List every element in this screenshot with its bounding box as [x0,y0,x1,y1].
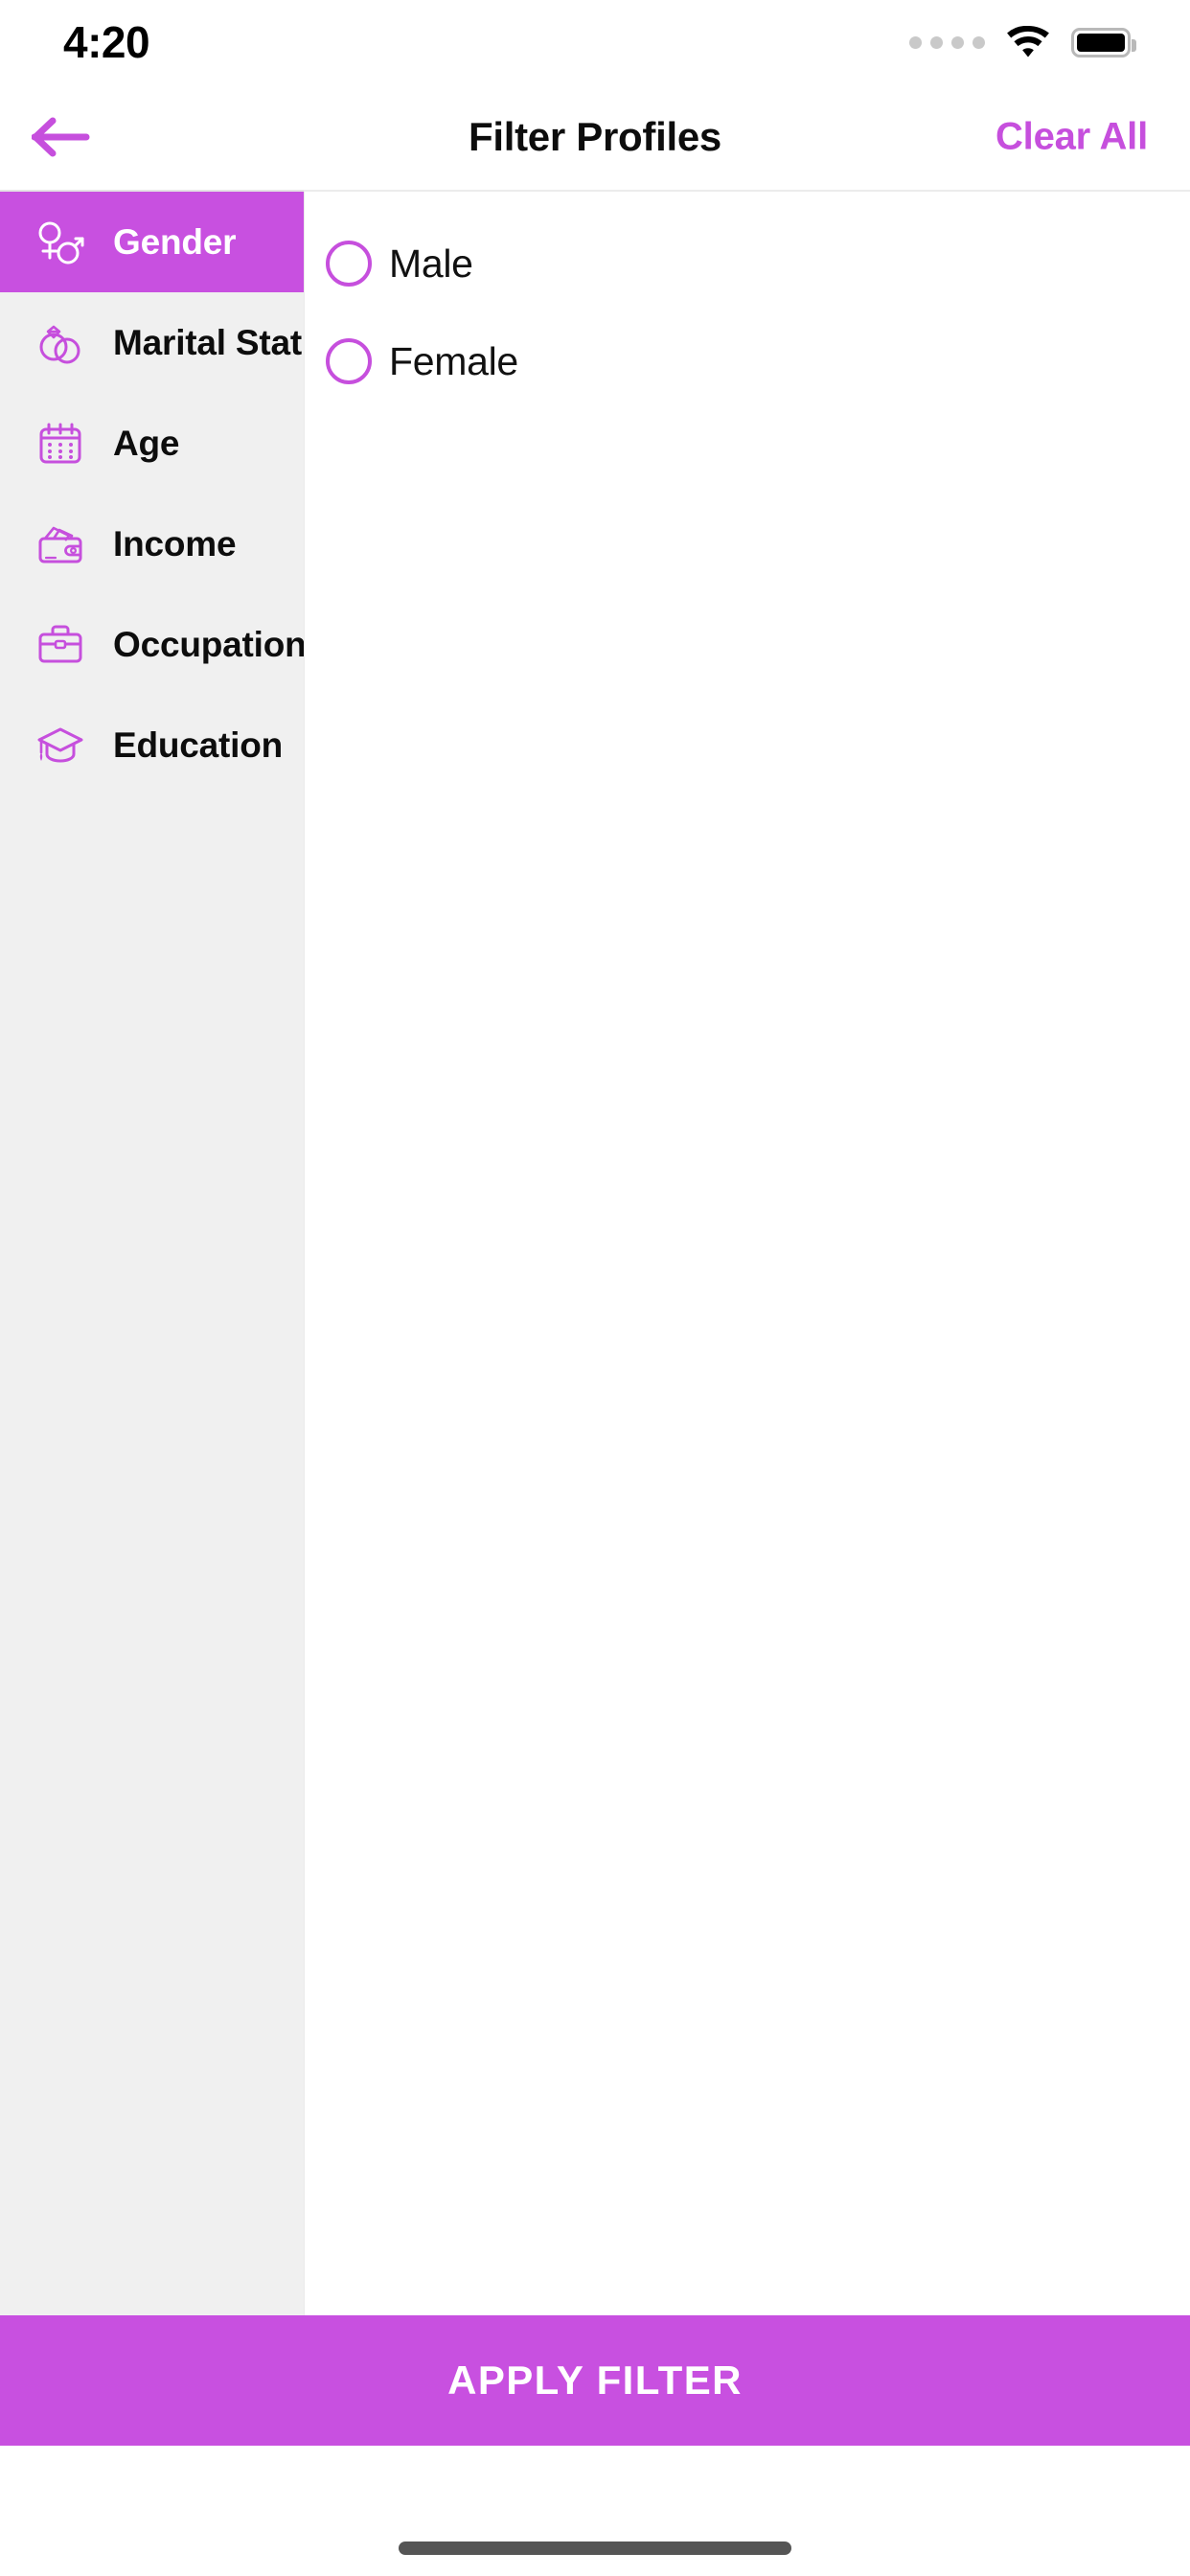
option-label: Male [389,241,473,286]
status-bar: 4:20 [0,0,1190,84]
sidebar-item-education[interactable]: Education [0,695,304,795]
status-time: 4:20 [63,17,150,67]
battery-full-icon [1071,27,1136,58]
apply-filter-button[interactable]: APPLY FILTER [0,2315,1190,2446]
graduation-cap-icon [34,720,86,771]
option-label: Female [389,338,518,383]
home-indicator[interactable] [399,2542,791,2555]
filter-options-panel: Male Female [304,190,1190,2315]
signal-dots-icon [909,35,985,49]
sidebar-item-label: Education [113,724,284,765]
sidebar-item-label: Marital Status [113,322,304,362]
app-screen: 4:20 Filter Profiles Clear All Gender Ma… [0,0,1190,2576]
option-row-male[interactable]: Male [305,215,1190,312]
sidebar-item-gender[interactable]: Gender [0,192,304,292]
apply-filter-label: APPLY FILTER [447,2358,743,2403]
filter-category-sidebar: Gender Marital Status [0,190,304,2315]
sidebar-item-label: Age [113,423,180,463]
sidebar-item-occupation[interactable]: Occupation [0,594,304,695]
gender-symbols-icon [34,217,86,268]
sidebar-item-label: Gender [113,221,237,262]
clear-all-button[interactable]: Clear All [995,116,1148,159]
option-row-female[interactable]: Female [305,312,1190,410]
sidebar-item-age[interactable]: Age [0,393,304,494]
calendar-icon [34,418,86,470]
sidebar-item-label: Occupation [113,624,304,664]
wedding-rings-icon [34,317,86,369]
briefcase-icon [34,619,86,671]
wallet-icon [34,518,86,570]
wifi-icon [1007,26,1049,58]
radio-button-female[interactable] [326,338,372,384]
status-indicators [909,26,1136,58]
navigation-header: Filter Profiles Clear All [0,84,1190,190]
filter-content: Gender Marital Status [0,190,1190,2315]
sidebar-item-label: Income [113,523,237,564]
sidebar-item-income[interactable]: Income [0,494,304,594]
radio-button-male[interactable] [326,241,372,287]
sidebar-item-marital-status[interactable]: Marital Status [0,292,304,393]
